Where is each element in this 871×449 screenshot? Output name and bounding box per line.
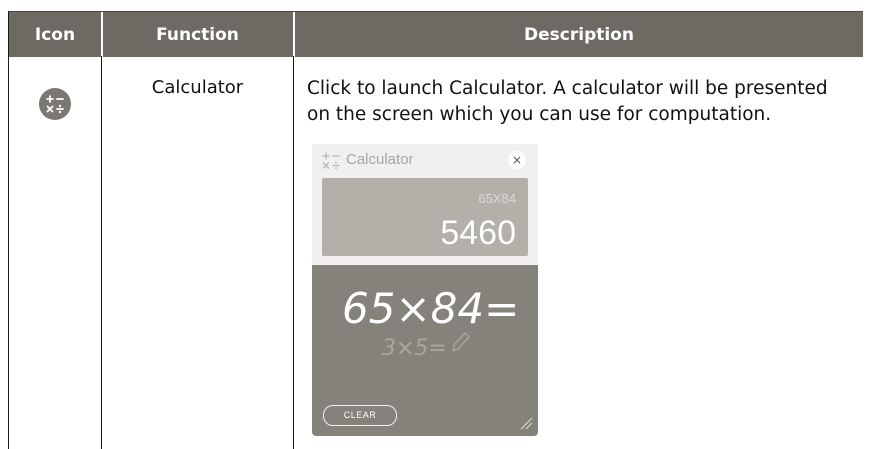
column-divider xyxy=(293,56,294,449)
pen-icon xyxy=(452,332,470,352)
calculator-expression: 65X84 xyxy=(478,191,516,206)
column-header-function: Function xyxy=(156,24,239,45)
resize-handle-icon[interactable] xyxy=(518,415,534,436)
calculator-icon xyxy=(39,88,71,120)
column-header-icon: Icon xyxy=(34,24,76,45)
close-icon[interactable]: × xyxy=(508,151,526,169)
handwriting-ghost: 3×5= xyxy=(382,336,447,361)
function-description: Click to launch Calculator. A calculator… xyxy=(307,78,828,125)
calculator-screenshot: Calculator × 65X84 5460 65×84= 3×5= CLEA… xyxy=(312,144,538,436)
column-header-description: Description xyxy=(524,24,634,45)
table-header: Icon Function Description xyxy=(9,11,863,57)
clear-button[interactable]: CLEAR xyxy=(323,405,397,426)
function-name: Calculator xyxy=(151,77,244,98)
column-divider xyxy=(101,56,102,449)
calculator-title-icon xyxy=(321,150,343,172)
calculator-title: Calculator xyxy=(346,151,414,168)
calculator-header: Calculator × 65X84 5460 xyxy=(312,144,538,265)
handwriting-main: 65×84= xyxy=(342,284,519,333)
handwriting-pad[interactable]: 65×84= 3×5= CLEAR xyxy=(312,265,538,436)
calculator-result: 5460 xyxy=(440,214,516,252)
calculator-display: 65X84 5460 xyxy=(322,178,528,256)
